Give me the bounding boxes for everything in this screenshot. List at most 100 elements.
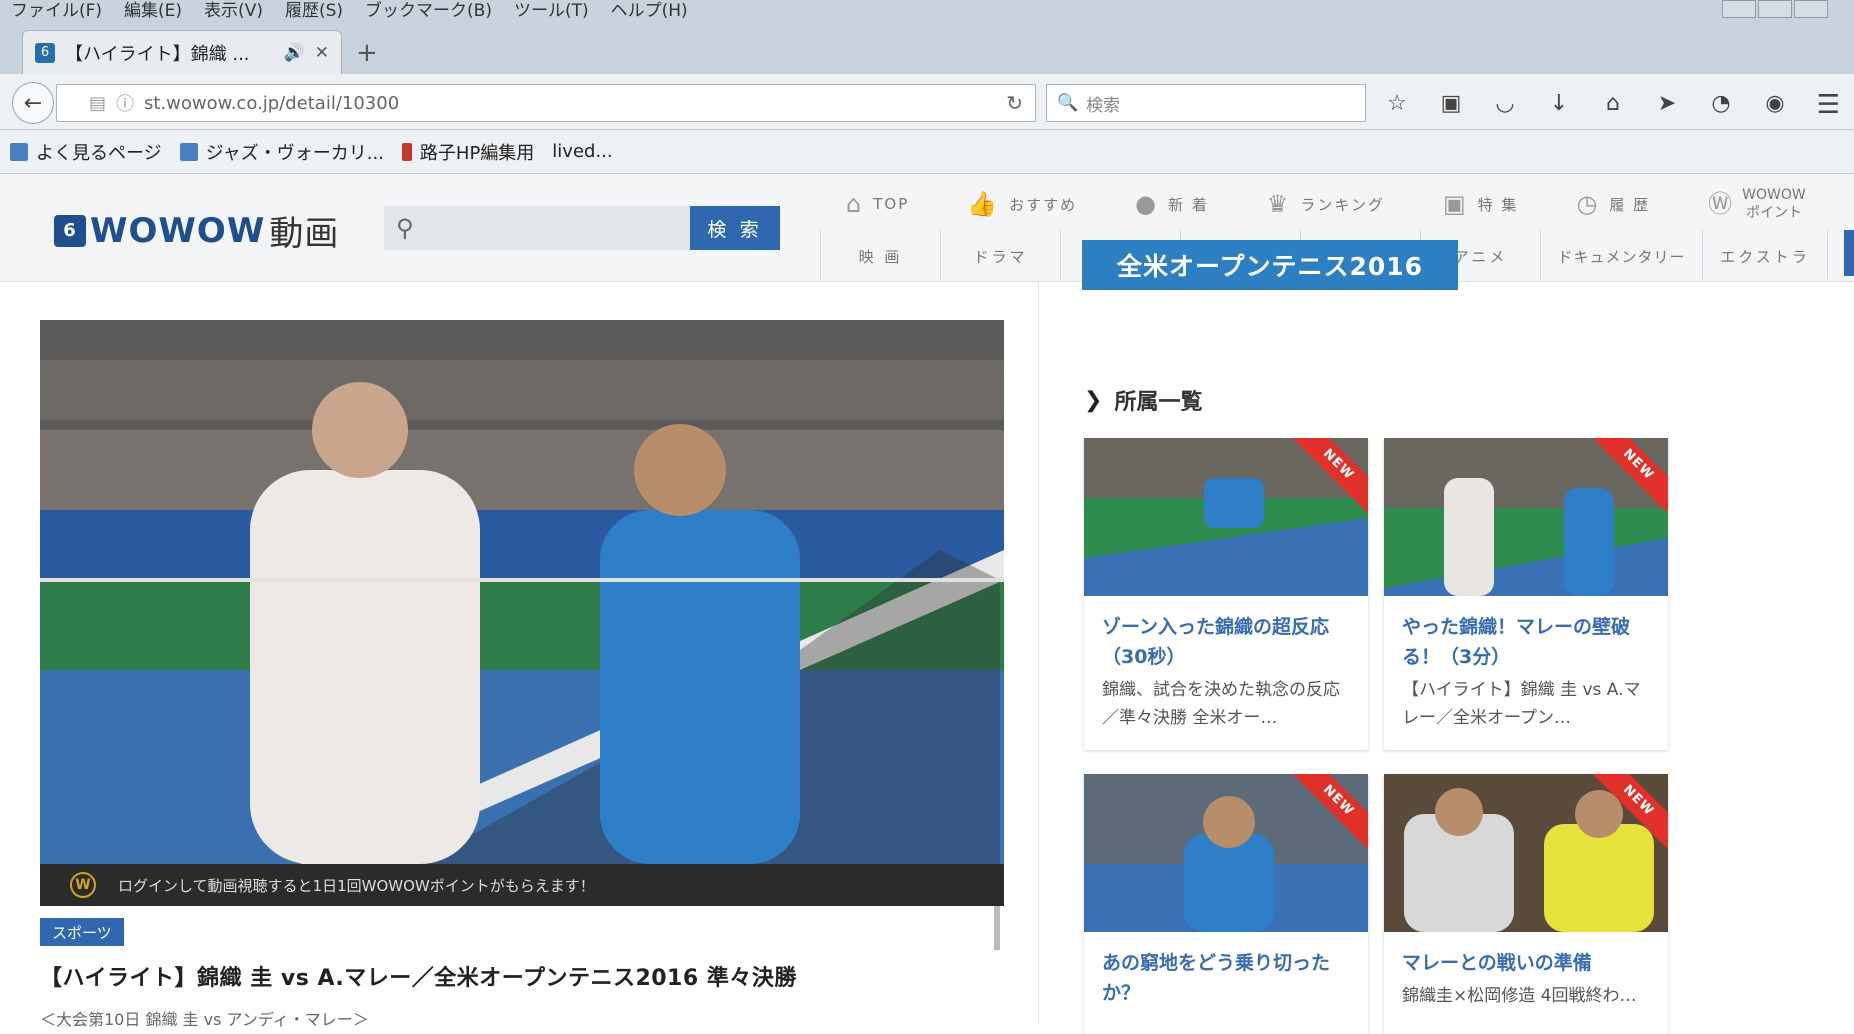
video-card[interactable]: NEW あの窮地をどう乗り切ったか？ bbox=[1084, 774, 1368, 1034]
chevron-right-icon: ❯ bbox=[1084, 387, 1103, 413]
site-search-button[interactable]: 検 索 bbox=[690, 206, 780, 250]
browser-tab[interactable]: 6 【ハイライト】錦織 ... 🔊 ✕ bbox=[22, 30, 342, 74]
nav-ranking[interactable]: ♛ ランキング bbox=[1247, 182, 1385, 226]
player-notice: ログインして動画視聴すると1日1回WOWOWポイントがもらえます！ bbox=[118, 876, 595, 895]
search-icon: 🔍 bbox=[1057, 93, 1079, 113]
video-player[interactable]: W ログインして動画視聴すると1日1回WOWOWポイントがもらえます！ bbox=[40, 320, 1004, 906]
menu-edit[interactable]: 編集(E) bbox=[113, 0, 193, 22]
nav-points[interactable]: Ⓦ WOWOW ポイント bbox=[1688, 182, 1806, 226]
back-button[interactable]: ← bbox=[12, 82, 54, 124]
bookmark-item[interactable]: ジャズ・ヴォーカリ... bbox=[179, 139, 384, 165]
bookmark-item[interactable]: lived... bbox=[552, 141, 612, 162]
site-search-input[interactable]: ⚲ bbox=[384, 206, 692, 250]
navigation-bar: ← ▤ ⓘ st.wowow.co.jp/detail/10300 ↻ 🔍 検索… bbox=[0, 74, 1854, 130]
card-description: 錦織、試合を決めた執念の反応／準々決勝 全米オー… bbox=[1102, 680, 1340, 728]
us-open-banner[interactable]: 全米オープンテニス2016 bbox=[1082, 240, 1458, 290]
card-title: やった錦織！マレーの壁破る！（3分） bbox=[1402, 616, 1631, 668]
wowow-logo[interactable]: 6 WOWOW 動画 bbox=[54, 206, 339, 255]
menu-history[interactable]: 履歴(S) bbox=[274, 0, 354, 22]
video-card[interactable]: NEW ゾーン入った錦織の超反応（30秒） 錦織、試合を決めた執念の反応／準々決… bbox=[1084, 438, 1368, 750]
star-icon[interactable]: ☆ bbox=[1380, 86, 1414, 120]
card-thumbnail: NEW bbox=[1084, 438, 1368, 596]
web-page: 6 WOWOW 動画 ⚲ 検 索 ⌂ TOP 👍 おすすめ ● 新 着 ♛ ランキング … bbox=[0, 174, 1854, 1034]
maximize-button[interactable] bbox=[1758, 0, 1792, 18]
browser-search-field[interactable]: 🔍 検索 bbox=[1046, 84, 1366, 122]
video-card[interactable]: NEW マレーとの戦いの準備 錦織圭×松岡修造 4回戦終わ… bbox=[1384, 774, 1668, 1034]
new-tab-button[interactable]: + bbox=[356, 38, 378, 68]
chat-icon[interactable]: ◉ bbox=[1758, 86, 1792, 120]
player-notice-bar: W ログインして動画視聴すると1日1回WOWOWポイントがもらえます！ bbox=[40, 864, 1004, 906]
window-controls bbox=[1722, 0, 1828, 18]
feature-icon: ▣ bbox=[1442, 190, 1468, 218]
url-text: st.wowow.co.jp/detail/10300 bbox=[144, 92, 400, 114]
program-subtitle: ＜大会第10日 錦織 圭 vs アンディ・マレー＞ bbox=[40, 1010, 369, 1029]
page-icon: ▤ bbox=[89, 92, 107, 114]
close-tab-icon[interactable]: ✕ bbox=[315, 43, 329, 63]
clipboard-icon[interactable]: ▣ bbox=[1434, 86, 1468, 120]
wowow-point-icon: W bbox=[70, 872, 96, 898]
bookmark-icon bbox=[179, 142, 198, 161]
download-icon[interactable]: ↓ bbox=[1542, 86, 1576, 120]
category-badge[interactable]: スポーツ bbox=[40, 918, 124, 946]
card-title: マレーとの戦いの準備 bbox=[1402, 952, 1592, 974]
wowow-logo-icon: 6 bbox=[54, 214, 86, 247]
scrollbar-thumb[interactable] bbox=[1844, 230, 1854, 276]
card-description bbox=[1084, 1012, 1368, 1024]
search-icon: ⚲ bbox=[396, 214, 414, 242]
speaker-icon[interactable]: 🔊 bbox=[284, 43, 305, 63]
browser-search-placeholder: 検索 bbox=[1086, 95, 1121, 116]
crown-icon: ♛ bbox=[1266, 190, 1291, 218]
arrow-left-icon: ← bbox=[23, 90, 43, 116]
menu-help[interactable]: ヘルプ(H) bbox=[600, 0, 699, 22]
minimize-button[interactable] bbox=[1722, 0, 1756, 18]
reload-icon[interactable]: ↻ bbox=[1006, 91, 1023, 115]
toolbar-icons: ☆ ▣ ◡ ↓ ⌂ ➤ ◔ ◉ bbox=[1380, 86, 1792, 120]
bookmark-item[interactable]: よく見るページ bbox=[10, 139, 162, 165]
card-thumbnail: NEW bbox=[1084, 774, 1368, 932]
clock-icon: ◷ bbox=[1576, 190, 1600, 218]
category-drama[interactable]: ドラマ bbox=[940, 230, 1060, 282]
category-documentary[interactable]: ドキュメンタリー bbox=[1540, 230, 1702, 282]
home-icon: ⌂ bbox=[846, 190, 864, 218]
column-divider bbox=[1038, 282, 1039, 1024]
bookmarks-bar: よく見るページ ジャズ・ヴォーカリ... 路子HP編集用 lived... bbox=[0, 130, 1854, 174]
menu-bookmarks[interactable]: ブックマーク(B) bbox=[354, 0, 503, 22]
content-scrollbar[interactable] bbox=[994, 906, 1000, 950]
menu-view[interactable]: 表示(V) bbox=[193, 0, 274, 22]
bookmark-item[interactable]: 路子HP編集用 bbox=[401, 139, 534, 165]
hamburger-menu-icon[interactable]: ☰ bbox=[1817, 90, 1840, 120]
menu-file[interactable]: ファイル(F) bbox=[0, 0, 113, 22]
menu-tools[interactable]: ツール(T) bbox=[503, 0, 600, 22]
favicon-icon: 6 bbox=[35, 42, 55, 63]
card-thumbnail: NEW bbox=[1384, 438, 1668, 596]
card-description: 錦織圭×松岡修造 4回戦終わ… bbox=[1402, 986, 1637, 1006]
thumbs-up-icon: 👍 bbox=[967, 190, 1000, 218]
site-header: 6 WOWOW 動画 ⚲ 検 索 ⌂ TOP 👍 おすすめ ● 新 着 ♛ ランキング … bbox=[0, 174, 1854, 282]
bookmark-icon bbox=[10, 142, 28, 161]
bookmark-icon bbox=[401, 142, 412, 161]
close-window-button[interactable] bbox=[1794, 0, 1828, 18]
pocket-icon[interactable]: ◡ bbox=[1488, 86, 1522, 120]
w-circle-icon: Ⓦ bbox=[1708, 190, 1733, 218]
sidebar-heading: ❯ 所属一覧 bbox=[1084, 384, 1202, 416]
nav-recommend[interactable]: 👍 おすすめ bbox=[947, 182, 1077, 226]
nav-history[interactable]: ◷ 履 歴 bbox=[1556, 182, 1650, 226]
nav-top[interactable]: ⌂ TOP bbox=[826, 182, 909, 226]
tab-title: 【ハイライト】錦織 ... bbox=[65, 43, 250, 65]
video-frame-image bbox=[40, 320, 1004, 864]
card-title: ゾーン入った錦織の超反応（30秒） bbox=[1102, 616, 1330, 668]
logo-suffix: 動画 bbox=[269, 214, 340, 254]
nav-new[interactable]: ● 新 着 bbox=[1115, 182, 1209, 226]
nav-feature[interactable]: ▣ 特 集 bbox=[1423, 182, 1518, 226]
card-description: 【ハイライト】錦織 圭 vs A.マレー／全米オープン… bbox=[1402, 680, 1641, 728]
category-extra[interactable]: エクストラ bbox=[1702, 230, 1828, 282]
top-nav: ⌂ TOP 👍 おすすめ ● 新 着 ♛ ランキング ▣ 特 集 ◷ 履 歴 Ⓦ WOWOW ポ… bbox=[826, 182, 1844, 226]
history-icon[interactable]: ◔ bbox=[1704, 86, 1738, 120]
url-bar[interactable]: ▤ ⓘ st.wowow.co.jp/detail/10300 ↻ bbox=[56, 84, 1036, 122]
category-movie[interactable]: 映 画 bbox=[820, 230, 940, 282]
logo-text: WOWOW bbox=[90, 210, 266, 251]
send-icon[interactable]: ➤ bbox=[1650, 86, 1684, 120]
video-card[interactable]: NEW やった錦織！マレーの壁破る！（3分） 【ハイライト】錦織 圭 vs A.… bbox=[1384, 438, 1668, 750]
info-icon[interactable]: ⓘ bbox=[116, 90, 134, 116]
home-icon[interactable]: ⌂ bbox=[1596, 86, 1630, 120]
